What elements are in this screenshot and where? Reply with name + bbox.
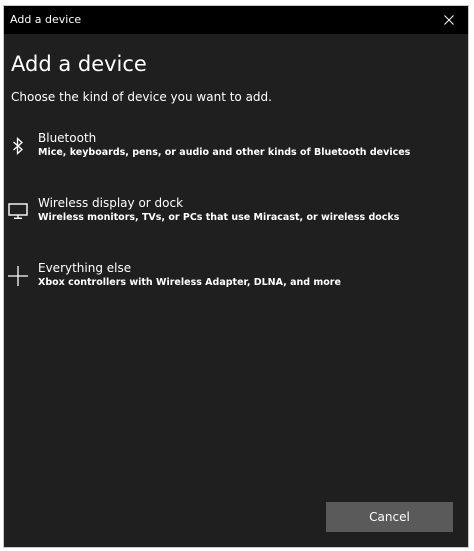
option-everything-else[interactable]: Everything else Xbox controllers with Wi…: [4, 261, 468, 307]
option-description: Mice, keyboards, pens, or audio and othe…: [38, 147, 411, 158]
plus-icon: [6, 264, 30, 288]
option-bluetooth[interactable]: Bluetooth Mice, keyboards, pens, or audi…: [4, 131, 468, 177]
option-description: Wireless monitors, TVs, or PCs that use …: [38, 212, 400, 223]
option-label: Everything else: [38, 261, 132, 275]
close-button[interactable]: [430, 6, 468, 34]
close-icon: [444, 15, 454, 25]
bluetooth-icon: [6, 134, 30, 158]
option-description: Xbox controllers with Wireless Adapter, …: [38, 277, 341, 288]
option-label: Bluetooth: [38, 131, 97, 145]
option-label: Wireless display or dock: [38, 196, 184, 210]
cancel-button[interactable]: Cancel: [326, 502, 453, 532]
title-bar: Add a device: [4, 6, 468, 34]
add-device-window: Add a device Add a device Choose the kin…: [4, 6, 468, 547]
monitor-icon: [6, 199, 30, 223]
page-subtitle: Choose the kind of device you want to ad…: [11, 90, 272, 104]
option-wireless-display[interactable]: Wireless display or dock Wireless monito…: [4, 196, 468, 242]
page-title: Add a device: [11, 52, 147, 76]
window-title: Add a device: [10, 13, 82, 26]
